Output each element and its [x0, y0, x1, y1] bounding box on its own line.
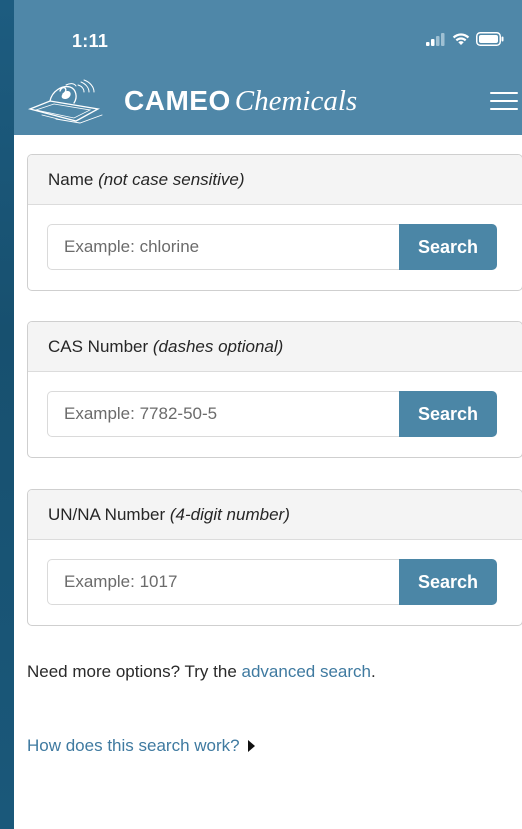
panel-heading: CAS Number (dashes optional) — [28, 322, 522, 372]
panel-hint: (dashes optional) — [152, 337, 284, 356]
panel-hint: (not case sensitive) — [98, 170, 245, 189]
more-options-suffix: . — [371, 662, 376, 681]
unna-search-button[interactable]: Search — [399, 559, 497, 605]
panel-heading: Name (not case sensitive) — [28, 155, 522, 205]
status-bar: 1:11 — [14, 0, 522, 66]
unna-search-input[interactable] — [47, 559, 399, 605]
status-icons — [426, 32, 504, 51]
phone-screen: 1:11 CAMEO Chemicals Name (not case sens… — [14, 0, 522, 829]
search-input-group: Search — [47, 391, 497, 437]
battery-icon — [476, 32, 504, 51]
name-search-panel: Name (not case sensitive) Search — [27, 154, 522, 291]
panel-label: UN/NA Number — [48, 505, 166, 524]
panel-label: Name — [48, 170, 94, 189]
wifi-icon — [452, 32, 470, 51]
site-header: CAMEO Chemicals — [14, 66, 522, 135]
background-edge — [0, 0, 14, 829]
signal-icon — [426, 32, 446, 51]
cas-search-button[interactable]: Search — [399, 391, 497, 437]
panel-body: Search — [28, 372, 522, 457]
how-search-works-link[interactable]: How does this search work? — [27, 736, 240, 756]
panel-body: Search — [28, 540, 522, 625]
brand-title[interactable]: CAMEO Chemicals — [124, 85, 357, 118]
name-search-input[interactable] — [47, 224, 399, 270]
cas-search-panel: CAS Number (dashes optional) Search — [27, 321, 522, 458]
more-options-prefix: Need more options? Try the — [27, 662, 237, 681]
search-input-group: Search — [47, 224, 497, 270]
unna-search-panel: UN/NA Number (4-digit number) Search — [27, 489, 522, 626]
name-search-button[interactable]: Search — [399, 224, 497, 270]
more-options-text: Need more options? Try the advanced sear… — [27, 662, 376, 682]
cameo-logo-icon[interactable] — [27, 79, 114, 130]
caret-right-icon[interactable] — [247, 740, 255, 752]
panel-body: Search — [28, 205, 522, 290]
panel-label: CAS Number — [48, 337, 149, 356]
hamburger-menu-icon[interactable] — [490, 92, 518, 112]
brand-title-bold: CAMEO — [124, 85, 231, 116]
search-input-group: Search — [47, 559, 497, 605]
status-time: 1:11 — [72, 31, 109, 51]
panel-heading: UN/NA Number (4-digit number) — [28, 490, 522, 540]
how-search-works[interactable]: How does this search work? — [27, 736, 255, 756]
advanced-search-link[interactable]: advanced search — [242, 662, 371, 681]
panel-hint: (4-digit number) — [169, 505, 290, 524]
cas-search-input[interactable] — [47, 391, 399, 437]
brand-title-italic: Chemicals — [234, 85, 358, 117]
